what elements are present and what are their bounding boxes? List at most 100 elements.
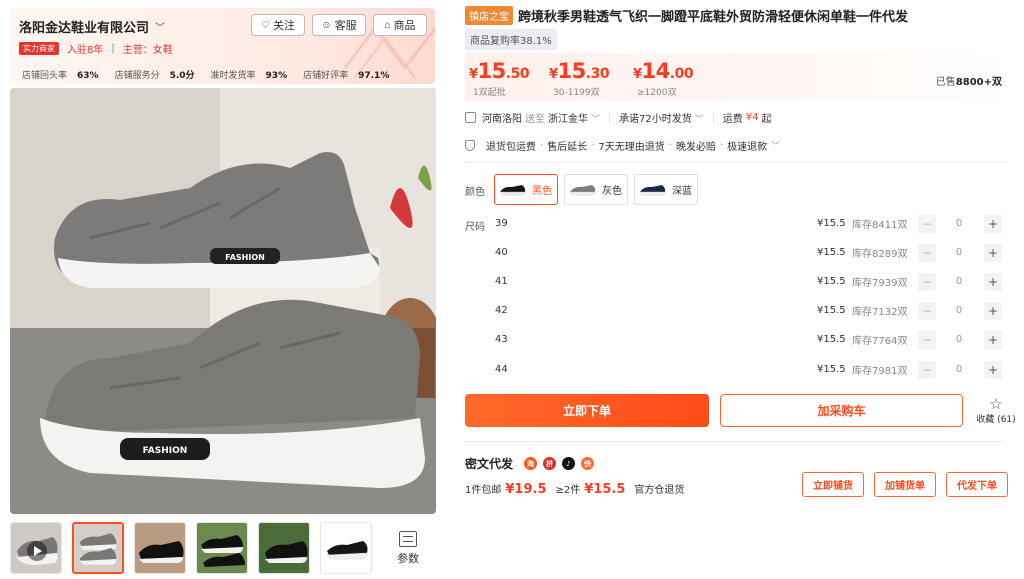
stat-label: 店铺服务分 [114, 71, 160, 81]
quantity-input[interactable]: 0 [954, 364, 964, 375]
size-stock: 库存8411双 [852, 220, 908, 231]
customer-service-label: 客服 [334, 20, 357, 32]
quantity-input[interactable]: 0 [954, 276, 964, 287]
ship-to[interactable]: 浙江金华 [548, 114, 588, 125]
ship-to-select[interactable]: 浙江金华 ﹀ [548, 110, 600, 125]
quantity-input[interactable]: 0 [954, 247, 964, 258]
increment-button[interactable]: + [984, 301, 1002, 320]
dropship-order-button[interactable]: 代发下单 [946, 472, 1008, 497]
dot-separator: · [719, 140, 724, 151]
dropship-price-row: 1件包邮 ¥19.5 ≥2件 ¥15.5 官方仓退货 [465, 481, 684, 497]
increment-button[interactable]: + [984, 330, 1002, 349]
color-label: 颜色 [465, 187, 485, 198]
shield-icon [465, 140, 475, 151]
repurchase-rate-tag: 商品复购率38.1% [465, 29, 557, 50]
navy-shoe-swatch [638, 179, 668, 200]
chevron-down-icon[interactable]: ﹀ [591, 115, 600, 125]
ship-promise[interactable]: 承诺72小时发货 [619, 114, 692, 125]
main-product-image[interactable]: FASHION FASHION [10, 88, 436, 514]
sold-prefix: 已售 [935, 77, 956, 88]
two-piece-label: ≥2件 [555, 485, 581, 496]
thumbnail-item[interactable] [196, 522, 248, 574]
increment-button[interactable]: + [984, 214, 1002, 233]
price-dec: .00 [669, 66, 694, 82]
increment-button[interactable]: + [984, 243, 1002, 262]
thumbnail-item[interactable] [258, 522, 310, 574]
service-item: 晚发必赔 [675, 142, 716, 153]
thumbnail-item[interactable] [320, 522, 372, 574]
chevron-down-icon[interactable]: ﹀ [155, 19, 165, 34]
buy-now-button[interactable]: 立即下单 [465, 394, 709, 427]
service-item: 极速退款 [727, 142, 768, 153]
color-option-gray[interactable]: 灰色 [564, 174, 628, 205]
size-value: 42 [495, 305, 508, 316]
params-label: 参数 [397, 551, 419, 565]
shop-name[interactable]: 洛阳金达鞋业有限公司 ﹀ [19, 17, 165, 36]
platform-taobao-icon: 淘 [524, 457, 538, 470]
list-now-button[interactable]: 立即铺货 [802, 472, 864, 497]
quantity-input[interactable]: 0 [954, 218, 964, 229]
increment-button[interactable]: + [984, 272, 1002, 291]
one-piece-price: ¥19.5 [505, 482, 547, 497]
stat-value: 93% [265, 71, 288, 81]
size-stock: 库存7939双 [852, 278, 908, 289]
divider [465, 162, 1005, 163]
decrement-button[interactable]: − [918, 330, 936, 349]
chevron-down-icon[interactable]: ﹀ [771, 139, 780, 152]
decrement-button[interactable]: − [918, 243, 936, 262]
shipping-row: 河南洛阳 送至 浙江金华 ﹀ 承诺72小时发货 ﹀ 运费 ¥4 起 [465, 110, 772, 125]
chevron-down-icon[interactable]: ﹀ [695, 115, 704, 125]
price-dec: .30 [585, 66, 610, 82]
thumbnail-item-selected[interactable] [72, 522, 124, 574]
size-row: 44 ¥15.5 库存7981双 − 0 + [495, 355, 1005, 384]
size-label: 尺码 [465, 222, 485, 233]
follow-button[interactable]: ♡ 关注 [251, 14, 305, 36]
decrement-button[interactable]: − [918, 214, 936, 233]
decrement-button[interactable]: − [918, 301, 936, 320]
thumbnail-video[interactable] [10, 522, 62, 574]
dropship-header: 密文代发 淘 拼 ♪ 快 [465, 455, 595, 472]
add-to-cart-button[interactable]: 加采购车 [720, 394, 963, 427]
shop-products-button[interactable]: ⌂ 商品 [373, 14, 427, 36]
color-name: 深蓝 [672, 186, 692, 197]
quantity-input[interactable]: 0 [954, 334, 964, 345]
customer-service-button[interactable]: ☺ 客服 [312, 14, 366, 36]
ship-promise-select[interactable]: 承诺72小时发货 ﹀ [619, 110, 704, 125]
price-tier: ¥14.00 ≥1200双 [633, 59, 694, 98]
title-row: 镇店之宝 跨境秋季男鞋透气飞织一脚蹬平底鞋外贸防滑轻便休闲单鞋一件代发 [465, 6, 908, 25]
currency-symbol: ¥ [633, 67, 642, 82]
chat-smile-icon: ☺ [321, 19, 332, 31]
color-option-navy[interactable]: 深蓝 [634, 174, 698, 205]
sold-value: 8800+双 [955, 77, 1002, 88]
price-box: ¥15.50 1双起批 ¥15.30 30-1199双 ¥14.00 ≥1200… [465, 53, 1010, 101]
ship-to-word: 送至 [525, 114, 545, 125]
price-int: 15 [477, 59, 507, 83]
shop-name-text[interactable]: 洛阳金达鞋业有限公司 [19, 17, 149, 36]
main-business: 主营：女鞋 [122, 45, 173, 56]
ship-fee-label: 运费 [722, 114, 743, 125]
params-button[interactable]: 参数 [382, 522, 434, 574]
gray-shoe-swatch [568, 179, 598, 200]
favorite-button[interactable]: ☆ 收藏 (61) [973, 396, 1019, 425]
service-row[interactable]: 退货包运费 · 售后延长 · 7天无理由退货 · 晚发必赔 · 极速退款 ﹀ [465, 138, 780, 153]
add-listing-button[interactable]: 加铺货单 [874, 472, 936, 497]
dropship-actions: 立即铺货 加铺货单 代发下单 [802, 472, 1008, 497]
stat-value: 5.0分 [169, 71, 195, 81]
platform-pdd-icon: 拼 [543, 457, 557, 470]
price-tier: ¥15.50 1双起批 [469, 59, 530, 98]
size-stock: 库存7981双 [852, 366, 908, 377]
decrement-button[interactable]: − [918, 360, 936, 379]
stat-label: 店铺回头率 [22, 71, 68, 81]
decrement-button[interactable]: − [918, 272, 936, 291]
svg-text:FASHION: FASHION [225, 253, 265, 262]
tag-divider: | [111, 43, 115, 54]
shop-actions: ♡ 关注 ☺ 客服 ⌂ 商品 [251, 14, 427, 36]
black-shoe-swatch [498, 179, 528, 200]
shop-stat: 店铺好评率 97.1% [303, 68, 389, 81]
quantity-input[interactable]: 0 [954, 305, 964, 316]
increment-button[interactable]: + [984, 360, 1002, 379]
thumbnail-item[interactable] [134, 522, 186, 574]
color-name: 灰色 [602, 186, 622, 197]
price-dec: .50 [505, 66, 530, 82]
color-option-black[interactable]: 黑色 [494, 174, 558, 205]
